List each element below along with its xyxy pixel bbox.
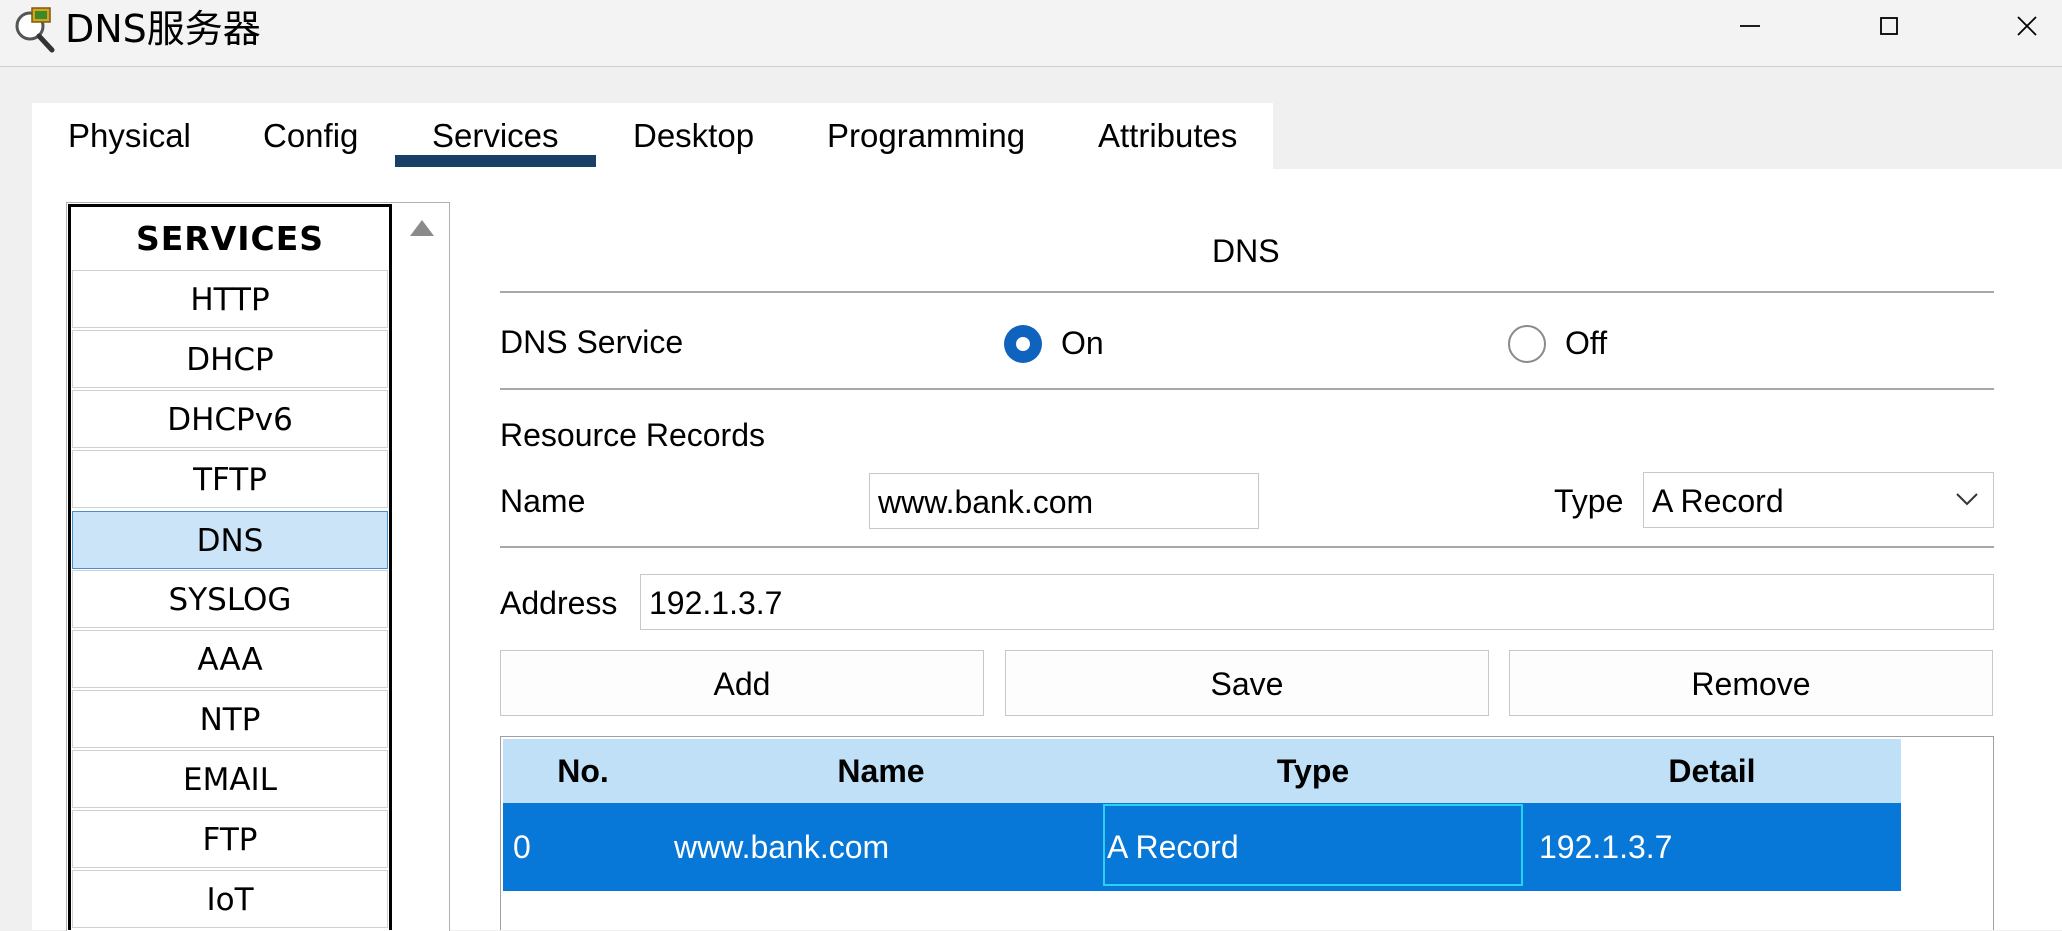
type-select[interactable]: A Record — [1643, 472, 1994, 528]
address-label: Address — [500, 585, 618, 621]
cell-name[interactable]: www.bank.com — [674, 803, 889, 891]
scroll-up-arrow-icon[interactable] — [410, 220, 434, 236]
remove-button[interactable]: Remove — [1509, 650, 1993, 716]
service-item-ftp[interactable]: FTP — [72, 810, 388, 868]
tab-desktop[interactable]: Desktop — [633, 103, 754, 169]
close-icon — [2017, 16, 2037, 36]
column-header-name[interactable]: Name — [663, 739, 1099, 803]
divider — [500, 546, 1994, 548]
cell-no[interactable]: 0 — [513, 803, 531, 891]
tab-config[interactable]: Config — [263, 103, 358, 169]
dns-section-title: DNS — [1212, 233, 1280, 269]
dns-off-radio[interactable] — [1508, 325, 1546, 363]
service-item-dhcp[interactable]: DHCP — [72, 330, 388, 388]
service-item-aaa[interactable]: AAA — [72, 630, 388, 688]
service-item-syslog[interactable]: SYSLOG — [72, 570, 388, 628]
column-header-detail[interactable]: Detail — [1523, 739, 1901, 803]
service-item-dns[interactable]: DNS — [72, 511, 388, 569]
address-input[interactable]: 192.1.3.7 — [640, 574, 1994, 630]
maximize-button[interactable] — [1834, 0, 1944, 52]
cell-detail[interactable]: 192.1.3.7 — [1539, 803, 1672, 891]
add-button[interactable]: Add — [500, 650, 984, 716]
dns-server-magnifier-icon — [15, 7, 55, 53]
services-scrollbar[interactable] — [398, 204, 446, 930]
service-item-iot[interactable]: IoT — [72, 870, 388, 928]
minimize-icon — [1740, 25, 1760, 27]
divider — [500, 291, 1994, 293]
service-item-email[interactable]: EMAIL — [72, 750, 388, 808]
dns-on-label[interactable]: On — [1061, 325, 1104, 362]
window-title: DNS服务器 — [65, 7, 261, 51]
chevron-down-icon — [1956, 493, 1978, 506]
tab-programming[interactable]: Programming — [827, 103, 1025, 169]
save-button[interactable]: Save — [1005, 650, 1489, 716]
column-header-type[interactable]: Type — [1103, 739, 1523, 803]
dns-off-label[interactable]: Off — [1565, 325, 1607, 362]
dns-on-radio[interactable] — [1004, 325, 1042, 363]
type-select-value: A Record — [1652, 483, 1784, 519]
tab-physical[interactable]: Physical — [68, 103, 191, 169]
minimize-button[interactable] — [1695, 0, 1805, 52]
services-list-header: SERVICES — [135, 219, 325, 258]
tab-bar: Physical Config Services Desktop Program… — [32, 103, 1273, 169]
resource-records-label: Resource Records — [500, 417, 765, 453]
service-item-tftp[interactable]: TFTP — [72, 450, 388, 508]
name-label: Name — [500, 483, 586, 519]
divider — [500, 388, 1994, 390]
column-header-no[interactable]: No. — [503, 739, 663, 803]
close-button[interactable] — [1972, 0, 2062, 52]
service-item-dhcpv6[interactable]: DHCPv6 — [72, 390, 388, 448]
name-input[interactable]: www.bank.com — [869, 473, 1259, 529]
focused-cell-outline — [1103, 804, 1523, 886]
dns-service-label: DNS Service — [500, 324, 684, 360]
active-tab-indicator — [395, 155, 596, 167]
service-item-ntp[interactable]: NTP — [72, 690, 388, 748]
tab-attributes[interactable]: Attributes — [1098, 103, 1237, 169]
service-item-http[interactable]: HTTP — [72, 270, 388, 328]
type-label: Type — [1554, 483, 1624, 519]
maximize-icon — [1880, 17, 1898, 35]
